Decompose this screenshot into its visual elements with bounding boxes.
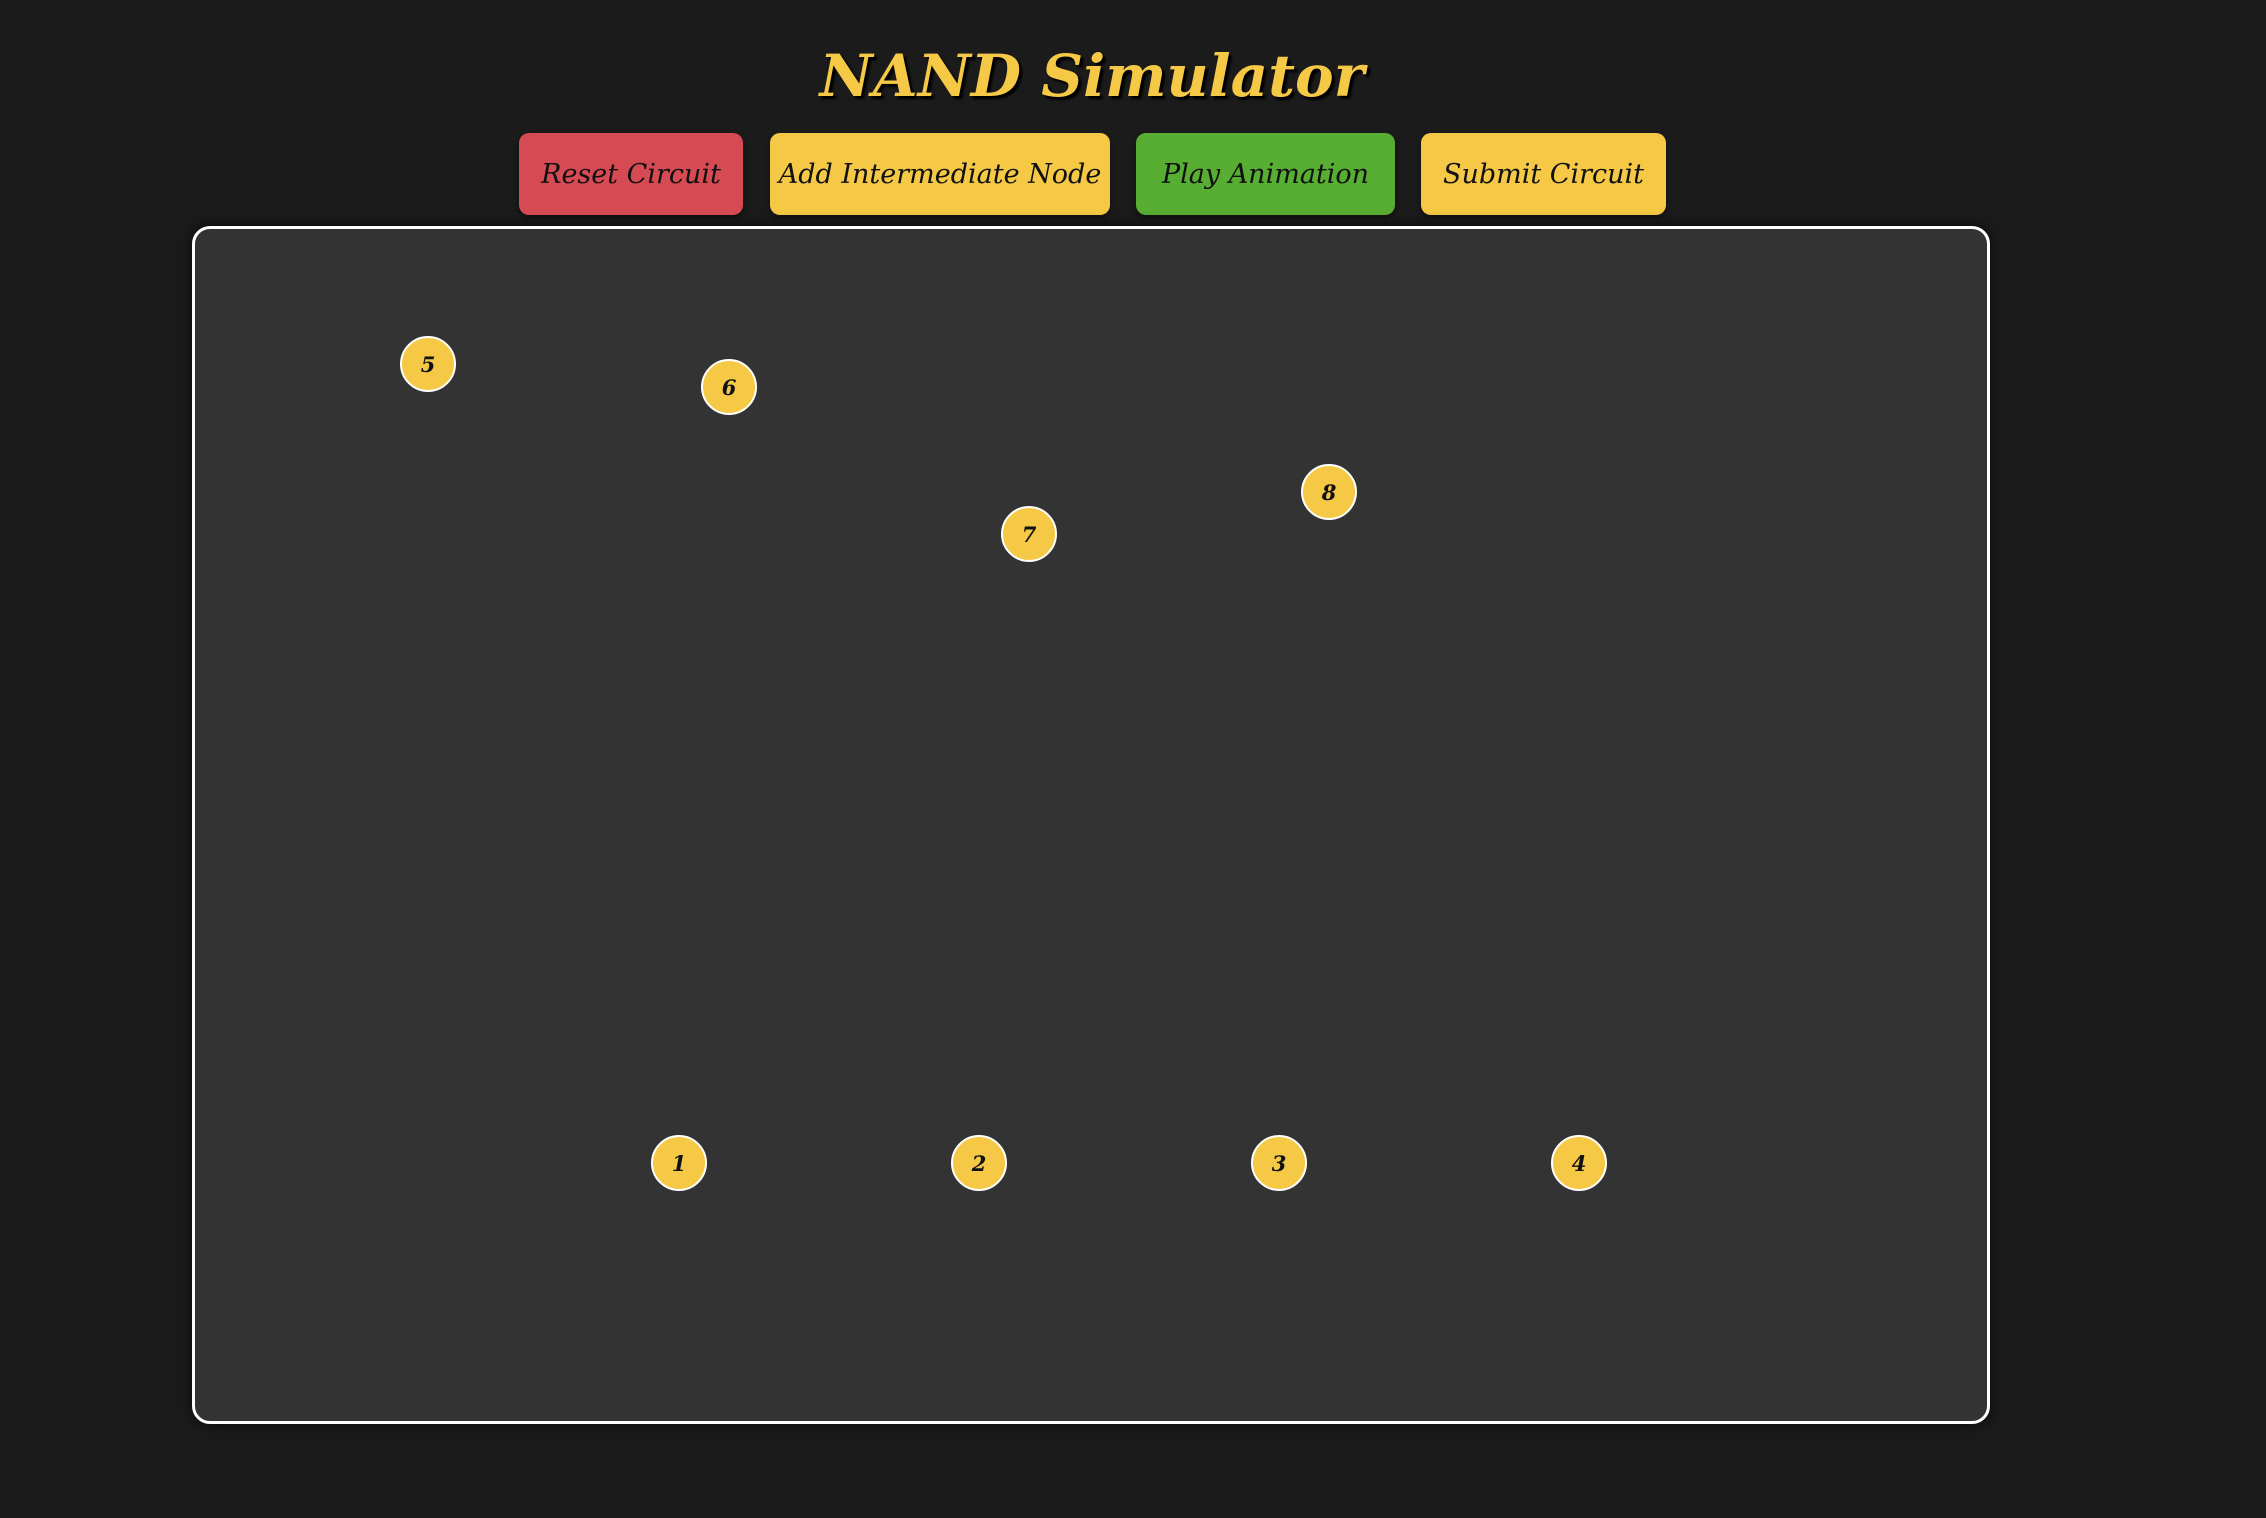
circuit-node-3[interactable]: 3 <box>1251 1135 1307 1191</box>
play-animation-button[interactable]: Play Animation <box>1136 133 1395 215</box>
circuit-node-8[interactable]: 8 <box>1301 464 1357 520</box>
circuit-canvas[interactable]: 1 2 3 4 5 6 7 8 <box>192 226 1990 1424</box>
circuit-node-4[interactable]: 4 <box>1551 1135 1607 1191</box>
circuit-node-6[interactable]: 6 <box>701 359 757 415</box>
circuit-node-7[interactable]: 7 <box>1001 506 1057 562</box>
toolbar: Reset Circuit Add Intermediate Node Play… <box>0 133 2266 215</box>
reset-circuit-button[interactable]: Reset Circuit <box>519 133 743 215</box>
circuit-node-2[interactable]: 2 <box>951 1135 1007 1191</box>
circuit-node-1[interactable]: 1 <box>651 1135 707 1191</box>
page-title: NAND Simulator <box>819 42 1365 110</box>
submit-circuit-button[interactable]: Submit Circuit <box>1421 133 1666 215</box>
add-intermediate-node-button[interactable]: Add Intermediate Node <box>770 133 1110 215</box>
circuit-node-5[interactable]: 5 <box>400 336 456 392</box>
